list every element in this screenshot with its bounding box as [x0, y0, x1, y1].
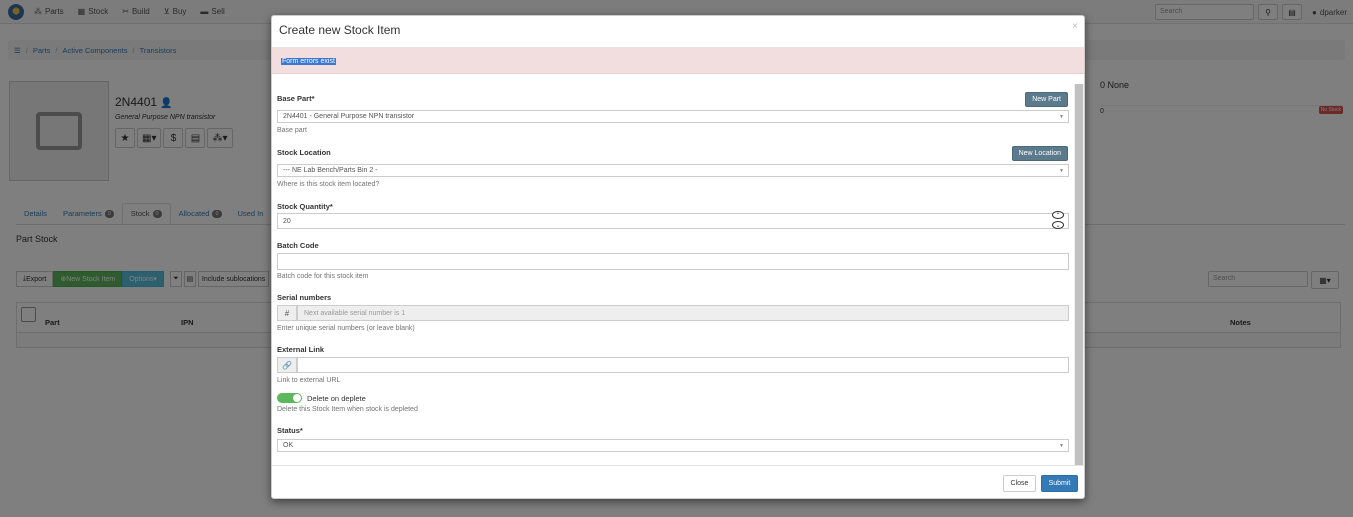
close-button[interactable]: Close [1003, 475, 1036, 492]
base-part-select[interactable]: 2N4401 - General Purpose NPN transistor … [277, 110, 1069, 123]
quantity-input[interactable]: 20 [277, 213, 1069, 229]
new-part-button[interactable]: New Part [1025, 92, 1068, 107]
modal-scrollbar[interactable] [1074, 84, 1084, 465]
modal-header: Create new Stock Item × [272, 16, 1084, 48]
serial-numbers-input[interactable]: Next available serial number is 1 [297, 305, 1069, 321]
create-stock-modal: Create new Stock Item × Form errors exis… [271, 15, 1085, 499]
hash-icon: # [277, 305, 297, 321]
stock-location-select[interactable]: --- NE Lab Bench/Parts Bin 2 - ▼ [277, 164, 1069, 177]
modal-footer: Close Submit [272, 465, 1084, 498]
batch-code-input[interactable] [277, 253, 1069, 270]
serial-numbers-help: Enter unique serial numbers (or leave bl… [277, 325, 415, 332]
modal-body: Base Part* New Part 2N4401 - General Pur… [272, 84, 1072, 465]
increment-icon[interactable]: ⌃ [1052, 211, 1064, 219]
external-link-label: External Link [277, 345, 325, 354]
modal-title: Create new Stock Item [279, 23, 401, 37]
base-part-label: Base Part* [277, 94, 315, 103]
link-icon: 🔗 [277, 357, 297, 373]
external-link-input[interactable] [297, 357, 1069, 373]
external-link-help: Link to external URL [277, 377, 341, 384]
base-part-help: Base part [277, 127, 307, 134]
decrement-icon[interactable]: ⌄ [1052, 221, 1064, 229]
stock-location-help: Where is this stock item located? [277, 181, 380, 188]
delete-on-deplete-help: Delete this Stock Item when stock is dep… [277, 406, 418, 413]
status-select[interactable]: OK ▼ [277, 439, 1069, 452]
error-text: Form errors exist [281, 58, 336, 65]
delete-on-deplete-label: Delete on deplete [307, 394, 366, 403]
delete-on-deplete-toggle[interactable] [277, 393, 302, 403]
form-error-alert: Form errors exist [272, 48, 1084, 74]
status-label: Status* [277, 426, 303, 435]
close-icon[interactable]: × [1072, 21, 1078, 32]
chevron-down-icon: ▼ [1059, 442, 1064, 449]
quantity-label: Stock Quantity* [277, 202, 333, 211]
stock-location-label: Stock Location [277, 148, 331, 157]
submit-button[interactable]: Submit [1041, 475, 1078, 492]
serial-numbers-label: Serial numbers [277, 293, 332, 302]
batch-code-label: Batch Code [277, 241, 319, 250]
chevron-down-icon: ▼ [1059, 167, 1064, 174]
chevron-down-icon: ▼ [1059, 113, 1064, 120]
new-location-button[interactable]: New Location [1011, 146, 1068, 161]
batch-code-help: Batch code for this stock item [277, 273, 369, 280]
